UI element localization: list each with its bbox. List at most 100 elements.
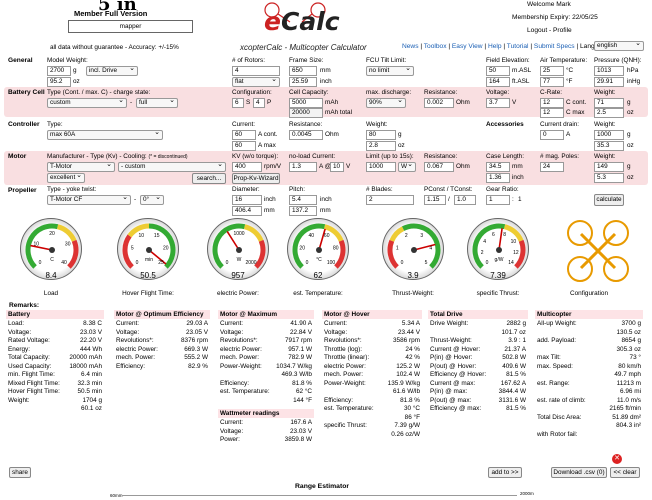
pitch-mm-unit: mm [320, 207, 331, 214]
motor-search-button[interactable]: search... [192, 173, 226, 184]
case-mm[interactable]: 34.5 [486, 162, 510, 172]
noload-voltage[interactable]: 10 [330, 162, 344, 172]
result-row: est. Temperature: 62 °C [220, 388, 312, 395]
drive-select[interactable]: incl. Drive [86, 66, 138, 76]
svg-text:°C: °C [316, 257, 322, 263]
share-button[interactable]: share [9, 467, 31, 478]
limit-unit-select[interactable]: W [398, 162, 416, 172]
controller-weight-oz[interactable]: 2.8 [366, 141, 396, 151]
motor-resistance[interactable]: 0.067 [424, 162, 454, 172]
logout-link[interactable]: Logout - Profile [527, 27, 572, 34]
gauge-tick: 5 [425, 260, 428, 266]
battery-weight-g[interactable]: 71 [594, 98, 624, 108]
fcu-label: FCU Tilt Limit: [366, 57, 407, 64]
battery-weight-oz[interactable]: 2.5 [594, 108, 624, 118]
nav-submit-specs[interactable]: Submit Specs [534, 43, 575, 50]
frame-mm[interactable]: 650 [289, 66, 317, 76]
motor-weight-g[interactable]: 149 [594, 162, 624, 172]
poles-input[interactable]: 24 [540, 162, 564, 172]
blades-input[interactable]: 2 [366, 195, 414, 205]
svg-text:C: C [50, 257, 54, 263]
charge-state-select[interactable]: full [136, 98, 178, 108]
diameter-in[interactable]: 16 [232, 195, 262, 205]
result-row: Throttle (linear): 42 % [324, 354, 420, 361]
current-drain[interactable]: 0 [540, 130, 564, 140]
layout-select[interactable]: flat [232, 77, 280, 87]
clear-button[interactable]: << clear [610, 467, 640, 478]
prop-type-select[interactable]: T-Motor CF [47, 195, 131, 205]
pressure-inhg[interactable]: 29.91 [594, 77, 624, 87]
pitch-mm[interactable]: 137.2 [289, 206, 317, 216]
battery-resistance[interactable]: 0.002 [424, 98, 454, 108]
motor-weight-oz[interactable]: 5.3 [594, 173, 624, 183]
prop-kv-wizard-button[interactable]: Prop-Kv-Wizard [232, 173, 280, 184]
controller-max[interactable]: 60 [232, 141, 256, 151]
temp-c[interactable]: 25 [540, 66, 564, 76]
cells-p[interactable]: 4 [253, 98, 265, 108]
remarks-label: Remarks: [9, 302, 40, 309]
temp-f[interactable]: 77 [540, 77, 564, 87]
kv-input[interactable]: 400 [232, 162, 262, 172]
capacity-total: 20000 [289, 108, 323, 118]
nav-help[interactable]: Help [488, 43, 502, 50]
pitch-in-unit: inch [320, 196, 332, 203]
pitch-in[interactable]: 5.4 [289, 195, 317, 205]
pconst-input[interactable]: 1.15 [424, 195, 446, 205]
gauge-value: 3.9 [407, 271, 419, 280]
app-logo: eCalc [258, 2, 340, 46]
nav-easy-view[interactable]: Easy View [452, 43, 483, 50]
battery-res-label: Resistance: [424, 89, 458, 96]
controller-type-select[interactable]: max 60A [47, 130, 163, 140]
frame-mm-unit: mm [320, 67, 331, 74]
nav-toolbox[interactable]: Toolbox [424, 43, 447, 50]
p-unit: P [267, 99, 272, 106]
add-button[interactable]: add to >> [488, 467, 522, 478]
gear-ratio-a[interactable]: 1 [486, 195, 510, 205]
controller-resistance[interactable]: 0.0045 [289, 130, 323, 140]
capacity-input[interactable]: 5000 [289, 98, 323, 108]
cooling-select[interactable]: excellent [47, 173, 85, 183]
download-csv-button[interactable]: Download .csv (0) [551, 467, 607, 478]
controller-cont[interactable]: 60 [232, 130, 256, 140]
acc-weight-g[interactable]: 1000 [594, 130, 624, 140]
acc-weight-label: Weight: [594, 121, 616, 128]
controller-res-label: Resistance: [289, 121, 323, 128]
frame-in[interactable]: 25.59 [289, 77, 317, 87]
rotors-input[interactable]: 4 [232, 66, 280, 76]
result-row: Voltage: 23.05 V [116, 328, 208, 336]
elevation-ft[interactable]: 164 [486, 77, 510, 87]
kv-label: KV (w/o torque): [232, 153, 279, 160]
nav-tutorial[interactable]: Tutorial [507, 43, 529, 50]
acc-weight-oz[interactable]: 35.3 [594, 141, 624, 151]
discharge-select[interactable]: 90% [366, 98, 406, 108]
motor-model-select[interactable]: - custom [118, 162, 226, 172]
battery-type-select[interactable]: custom [47, 98, 127, 108]
tconst-input[interactable]: 1.0 [454, 195, 476, 205]
username-field[interactable]: mapper [68, 20, 193, 33]
result-row: Power: 3859.8 W [220, 436, 312, 443]
diameter-mm[interactable]: 406.4 [232, 206, 262, 216]
noload-current[interactable]: 1.3 [289, 162, 317, 172]
temp-f-unit: °F [566, 78, 573, 85]
c-max-input[interactable]: 12 [540, 108, 564, 118]
calculate-button[interactable]: calculate [594, 194, 624, 206]
nav-news[interactable]: News [402, 43, 419, 50]
limit-input[interactable]: 1000 [366, 162, 396, 172]
pressure-label: Pressure (QNH): [594, 57, 642, 64]
motor-mfr-select[interactable]: T-Motor [47, 162, 115, 172]
language-select[interactable]: english [594, 41, 644, 51]
gauge-label: Hover Flight Time: [122, 290, 174, 297]
twist-select[interactable]: 0° [140, 195, 164, 205]
elevation-m[interactable]: 50 [486, 66, 510, 76]
c-cont-input[interactable]: 12 [540, 98, 564, 108]
case-in[interactable]: 1.36 [486, 173, 510, 183]
limit-label: Limit (up to 15s): [366, 153, 414, 160]
cells-s[interactable]: 6 [232, 98, 244, 108]
controller-weight-g[interactable]: 80 [366, 130, 396, 140]
fcu-select[interactable]: no limit [366, 66, 414, 76]
pressure-hpa[interactable]: 1013 [594, 66, 624, 76]
disclaimer: all data without guarantee - Accuracy: +… [50, 44, 179, 51]
voltage-input[interactable]: 3.7 [486, 98, 510, 108]
model-weight-oz[interactable]: 95.2 [47, 77, 71, 87]
model-weight-g[interactable]: 2700 [47, 66, 71, 76]
